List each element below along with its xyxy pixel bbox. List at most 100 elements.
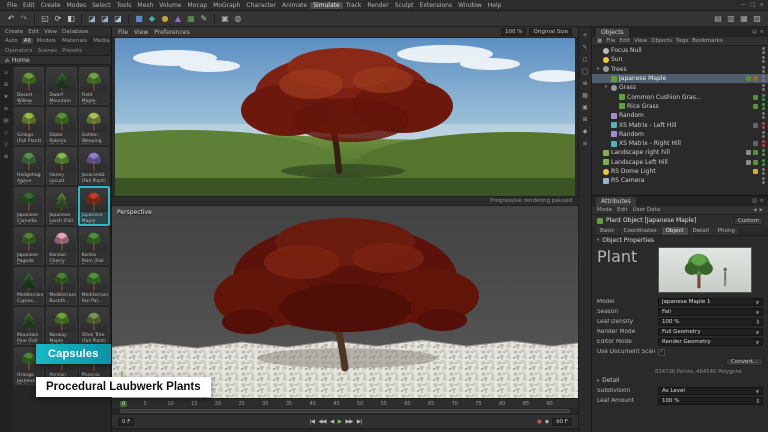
object-row-common-cushion-gras[interactable]: Common Cushion Gras... <box>592 92 768 101</box>
objects-menu-grid-icon[interactable]: ▦ <box>597 38 602 44</box>
asset-thumbnail-golden-weeping-willo[interactable]: Golden Weeping Willo... <box>79 107 109 145</box>
mode-tool-icon[interactable]: ▦ <box>582 92 588 99</box>
field-subdivision-dropdown[interactable]: As Level▼ <box>658 387 763 395</box>
visibility-dot[interactable] <box>762 98 765 101</box>
visibility-dot[interactable] <box>762 70 765 73</box>
asset-side-icon[interactable]: ⊞ <box>4 82 9 88</box>
object-tag[interactable] <box>753 160 758 165</box>
toolbar-icon[interactable]: ▣ <box>220 15 230 23</box>
objects-panel-header-icons[interactable]: ▤≡ <box>752 29 764 35</box>
object-row-japanese-maple[interactable]: Japanese Maple <box>592 74 768 83</box>
pv-menu-file[interactable]: File <box>118 29 128 36</box>
toolbar-icon[interactable]: ◍ <box>233 15 243 23</box>
attr-menu-mode[interactable]: Mode <box>597 207 612 213</box>
visibility-dots[interactable] <box>762 103 765 110</box>
menu-file[interactable]: File <box>4 2 20 9</box>
subtab-scenes[interactable]: Scenes <box>37 48 57 54</box>
toolbar-icon[interactable]: ◆ <box>147 15 157 23</box>
timeline-tick[interactable]: 30 <box>262 401 286 407</box>
menu-character[interactable]: Character <box>243 2 279 9</box>
menu-track[interactable]: Track <box>343 2 365 9</box>
asset-thumbnail-mountain-pine-fall-pl[interactable]: Mountain Pine (Fall Pl... <box>14 307 44 345</box>
attr-tab-object[interactable]: Object <box>662 227 688 235</box>
expand-arrow[interactable]: ▾ <box>603 85 609 90</box>
attr-tab-phong[interactable]: Phong <box>714 227 739 235</box>
asset-menu-database[interactable]: Database <box>62 29 88 35</box>
object-row-rs-dome-light[interactable]: RS Dome Light <box>592 167 768 176</box>
checkbox-use-document-scale[interactable]: ✓ <box>658 349 665 356</box>
toolbar-icon[interactable]: ▥ <box>726 15 736 23</box>
object-row-rice-grass[interactable]: Rice Grass <box>592 102 768 111</box>
down-arrow[interactable]: ▼ <box>757 401 759 404</box>
asset-menu-edit[interactable]: Edit <box>28 29 39 35</box>
attributes-panel-header-icons[interactable]: ▤≡ <box>752 198 764 204</box>
menu-simulate[interactable]: Simulate <box>310 2 343 9</box>
visibility-dot[interactable] <box>762 163 765 166</box>
visibility-dot[interactable] <box>762 135 765 138</box>
menu-window[interactable]: Window <box>455 2 485 9</box>
timeline-tick[interactable]: 45 <box>333 401 357 407</box>
range-handle[interactable] <box>120 409 570 413</box>
attr-tab-basic[interactable]: Basic <box>596 227 619 235</box>
timeline-tick[interactable]: 10 <box>167 401 191 407</box>
asset-side-icon[interactable]: ▤ <box>3 118 8 124</box>
menu-render[interactable]: Render <box>364 2 391 9</box>
menu-sculpt[interactable]: Sculpt <box>392 2 417 9</box>
object-row-random[interactable]: Random <box>592 130 768 139</box>
asset-thumbnail-japanese-maple-fall-p[interactable]: Japanese Maple (Fall P... <box>79 187 109 225</box>
visibility-dots[interactable] <box>762 56 765 63</box>
menu-modes[interactable]: Modes <box>64 2 89 9</box>
object-tag[interactable] <box>753 141 758 146</box>
toolbar-icon[interactable]: ↷ <box>19 15 29 23</box>
asset-thumbnail-mediterranean-buckth[interactable]: Mediterranean Buckth... <box>46 267 76 305</box>
object-tag[interactable] <box>746 76 751 81</box>
mode-tool-icon[interactable]: ◯ <box>582 68 589 75</box>
visibility-dot[interactable] <box>762 140 765 143</box>
visibility-dot[interactable] <box>762 66 765 69</box>
mode-tool-icon[interactable]: ▣ <box>582 104 588 111</box>
timeline-tick[interactable]: 75 <box>475 401 499 407</box>
visibility-dots[interactable] <box>762 131 765 138</box>
visibility-dot[interactable] <box>762 112 765 115</box>
toolbar-icon[interactable]: ▧ <box>752 15 762 23</box>
visibility-dots[interactable] <box>762 47 765 54</box>
fit-mode-dropdown[interactable]: Original Size <box>529 28 572 36</box>
section-object-properties[interactable]: ▾ Object Properties <box>592 236 768 245</box>
visibility-dots[interactable] <box>762 159 765 166</box>
asset-thumbnail-jacaranda-fall-plant[interactable]: Jacaranda (Fall Plant) <box>79 147 109 185</box>
toolbar-icon[interactable]: ◧ <box>66 15 76 23</box>
visibility-dot[interactable] <box>762 75 765 78</box>
window-button[interactable]: □ <box>750 2 755 8</box>
menu-create[interactable]: Create <box>38 2 64 9</box>
pv-menu-view[interactable]: View <box>134 29 148 36</box>
asset-thumbnail-field-maple-fall-plant[interactable]: Field Maple (Fall Plant) <box>79 67 109 105</box>
timeline-tick[interactable]: 70 <box>452 401 476 407</box>
transport-control-button[interactable]: ▶| <box>357 419 362 425</box>
toolbar-icon[interactable]: ▦ <box>739 15 749 23</box>
visibility-dots[interactable] <box>762 122 765 129</box>
field-leaf-amount-input[interactable]: 100 %▲▼ <box>658 397 763 405</box>
timeline-tick[interactable]: 5 <box>144 401 168 407</box>
toolbar-icon[interactable]: ↶ <box>6 15 16 23</box>
objects-menu-bookmarks[interactable]: Bookmarks <box>692 38 723 44</box>
toolbar-icon[interactable]: ▤ <box>713 15 723 23</box>
visibility-dots[interactable] <box>762 84 765 91</box>
timeline-ruler[interactable]: 051015202530354045505560657075808590 <box>112 398 578 408</box>
end-frame-field[interactable]: 90 F <box>552 418 572 426</box>
subtab-operators[interactable]: Operators <box>5 48 32 54</box>
custom-button[interactable]: Custom <box>734 217 763 225</box>
objects-menu-view[interactable]: View <box>634 38 647 44</box>
object-row-random[interactable]: Random <box>592 111 768 120</box>
filter-all[interactable]: All <box>22 38 33 44</box>
mode-tool-icon[interactable]: + <box>582 32 587 39</box>
toolbar-icon[interactable]: ▦ <box>186 15 196 23</box>
visibility-dots[interactable] <box>762 177 765 184</box>
visibility-dot[interactable] <box>762 149 765 152</box>
timeline-tick[interactable]: 25 <box>238 401 262 407</box>
timeline-tick[interactable]: 90 <box>546 401 570 407</box>
object-tag[interactable] <box>753 169 758 174</box>
pv-menu-preferences[interactable]: Preferences <box>154 29 189 36</box>
object-row-grass[interactable]: ▾Grass <box>592 83 768 92</box>
zoom-level[interactable]: 100 % <box>501 28 526 36</box>
visibility-dots[interactable] <box>762 140 765 147</box>
